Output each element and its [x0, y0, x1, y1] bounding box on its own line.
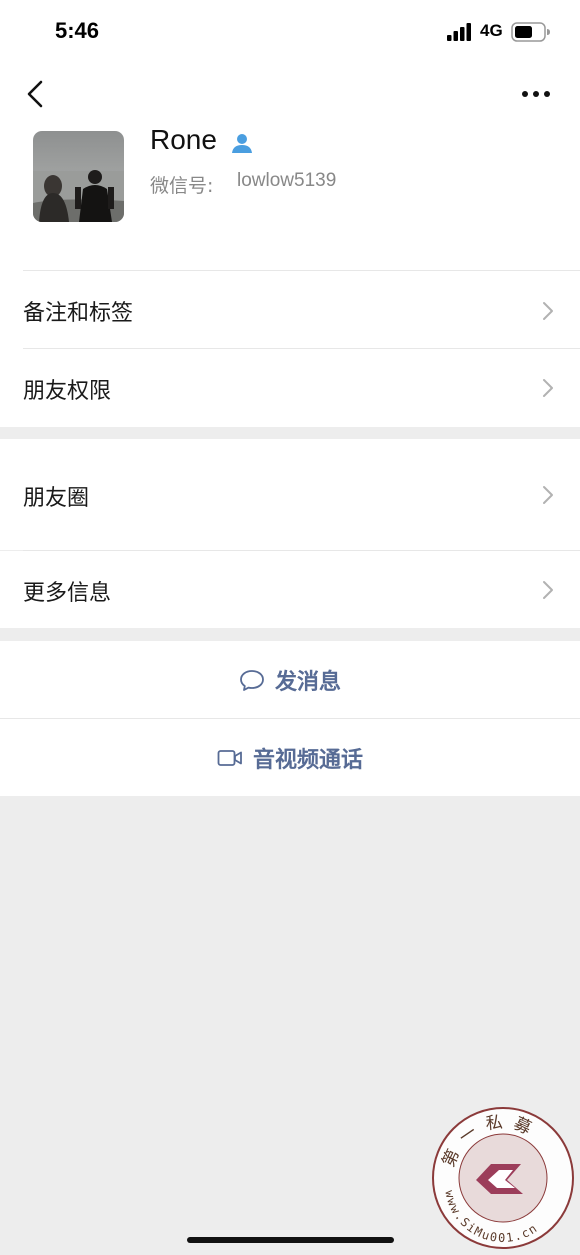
home-indicator	[187, 1237, 394, 1243]
avatar[interactable]	[33, 131, 124, 222]
wechat-id-label: 微信号:	[150, 175, 214, 197]
chevron-right-icon	[543, 302, 553, 320]
chat-bubble-icon	[240, 669, 264, 691]
chevron-right-icon	[543, 379, 553, 397]
cellular-signal-icon	[447, 23, 471, 41]
more-info-row[interactable]: 更多信息	[0, 551, 580, 628]
voice-video-call-button[interactable]: 音视频通话	[0, 719, 580, 796]
ellipsis-icon	[522, 91, 550, 97]
profile-name: Rone	[150, 124, 217, 155]
more-options-button[interactable]	[514, 80, 558, 108]
status-time: 5:46	[55, 18, 100, 43]
friend-permissions-row[interactable]: 朋友权限	[0, 349, 580, 427]
battery-icon	[511, 22, 550, 42]
row-label: 备注和标签	[23, 301, 134, 326]
network-type: 4G	[480, 21, 503, 40]
chevron-right-icon	[543, 486, 553, 504]
watermark-seal: 第一私募 www.SiMu001.cn	[431, 1106, 576, 1251]
row-label: 朋友圈	[23, 486, 90, 511]
row-label: 更多信息	[23, 581, 112, 606]
chevron-right-icon	[543, 581, 553, 599]
moments-row[interactable]: 朋友圈	[0, 439, 580, 550]
video-camera-icon	[217, 749, 242, 766]
row-label: 朋友权限	[23, 379, 112, 404]
voice-video-call-label: 音视频通话	[252, 747, 363, 773]
send-message-button[interactable]: 发消息	[0, 641, 580, 718]
wechat-id-value: lowlow5139	[237, 170, 337, 191]
contact-person-icon	[232, 134, 252, 153]
status-bar: 5:46 4G	[0, 0, 580, 64]
back-button[interactable]	[20, 74, 56, 114]
remarks-and-tags-row[interactable]: 备注和标签	[0, 271, 580, 349]
send-message-label: 发消息	[274, 669, 341, 695]
chevron-left-icon	[27, 80, 43, 108]
